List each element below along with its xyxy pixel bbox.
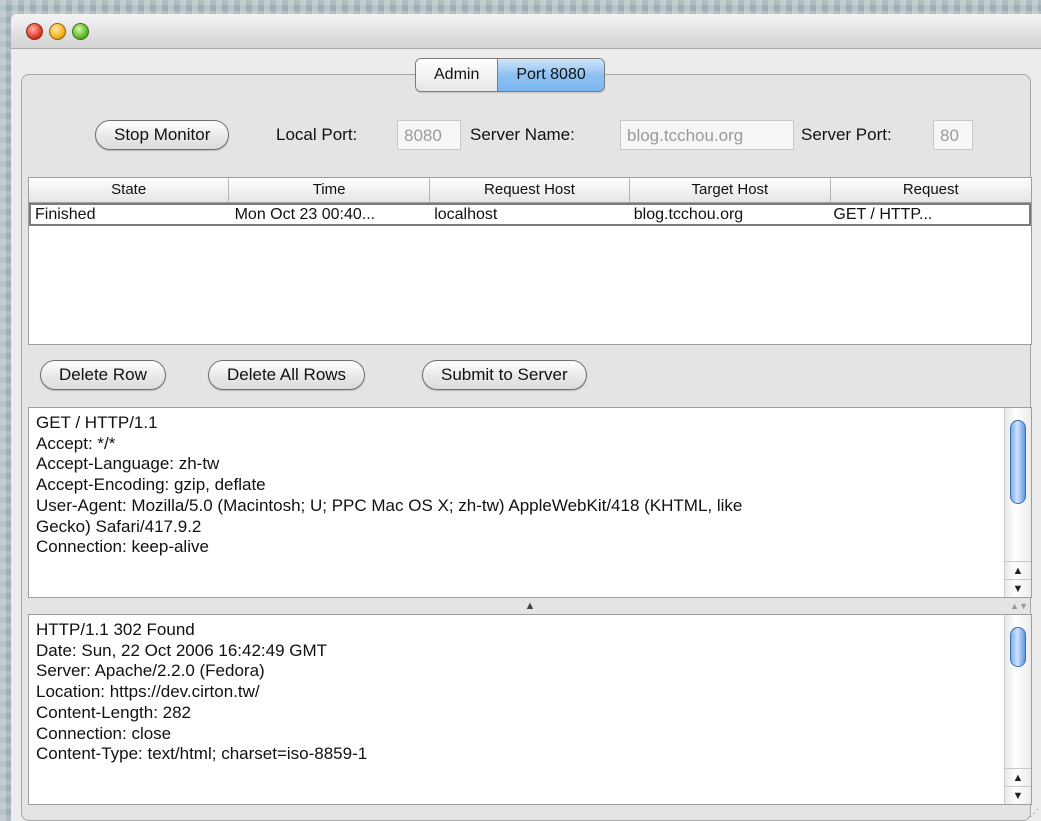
tab-port-8080[interactable]: Port 8080 <box>497 59 604 91</box>
tab-bar: Admin Port 8080 <box>415 58 605 92</box>
request-line: Accept-Language: zh-tw <box>36 454 220 474</box>
column-header-request[interactable]: Request <box>831 178 1031 202</box>
response-line: Server: Apache/2.2.0 (Fedora) <box>36 661 265 681</box>
request-table: State Time Request Host Target Host Requ… <box>28 177 1032 345</box>
request-line: Accept-Encoding: gzip, deflate <box>36 475 266 495</box>
request-lines: GET / HTTP/1.1 Accept: */* Accept-Langua… <box>36 413 1001 558</box>
response-text-area[interactable]: HTTP/1.1 302 Found Date: Sun, 22 Oct 200… <box>28 614 1032 805</box>
response-line: Date: Sun, 22 Oct 2006 16:42:49 GMT <box>36 640 328 660</box>
resize-grip-icon[interactable]: ⋰ <box>1029 808 1039 819</box>
request-scrollbar[interactable]: ▲ ▼ <box>1004 408 1031 597</box>
request-line: User-Agent: Mozilla/5.0 (Macintosh; U; P… <box>36 495 743 515</box>
minimize-button-icon[interactable] <box>49 23 66 40</box>
response-scrollbar[interactable]: ▲ ▼ <box>1004 615 1031 804</box>
cell-request-host: localhost <box>434 206 498 223</box>
cell-state: Finished <box>35 206 96 223</box>
local-port-field[interactable]: 8080 <box>397 120 461 150</box>
up-arrow-icon[interactable]: ▲ <box>1005 561 1031 579</box>
response-line: Content-Type: text/html; charset=iso-885… <box>36 744 368 764</box>
cell-request: GET / HTTP... <box>833 206 933 223</box>
server-name-label: Server Name: <box>470 125 575 144</box>
delete-row-button[interactable]: Delete Row <box>40 360 166 390</box>
column-header-state[interactable]: State <box>29 178 230 202</box>
server-name-field[interactable]: blog.tcchou.org <box>620 120 794 150</box>
request-line: Accept: */* <box>36 433 116 453</box>
splitter-handle-icon[interactable]: ▲ <box>525 600 536 612</box>
delete-all-rows-button[interactable]: Delete All Rows <box>208 360 366 390</box>
zoom-button-icon[interactable] <box>72 23 89 40</box>
title-bar <box>11 14 1041 49</box>
app-window: Admin Port 8080 Stop Monitor Local Port:… <box>11 14 1041 821</box>
server-port-field[interactable]: 80 <box>933 120 973 150</box>
scroll-thumb[interactable] <box>1010 420 1026 504</box>
server-port-label: Server Port: <box>801 125 892 144</box>
stop-monitor-button[interactable]: Stop Monitor <box>95 120 230 150</box>
table-header: State Time Request Host Target Host Requ… <box>29 178 1031 203</box>
request-line: GET / HTTP/1.1 <box>36 413 158 432</box>
up-arrow-icon[interactable]: ▲ <box>1005 768 1031 786</box>
down-arrow-icon[interactable]: ▼ <box>1005 786 1031 804</box>
cell-target-host: blog.tcchou.org <box>633 206 744 223</box>
request-text-area[interactable]: GET / HTTP/1.1 Accept: */* Accept-Langua… <box>28 407 1032 598</box>
cell-time: Mon Oct 23 00:40... <box>234 206 376 223</box>
response-line: Content-Length: 282 <box>36 702 192 722</box>
down-arrow-icon[interactable]: ▼ <box>1005 579 1031 597</box>
column-header-target-host[interactable]: Target Host <box>630 178 831 202</box>
response-lines: HTTP/1.1 302 Found Date: Sun, 22 Oct 200… <box>36 620 1001 765</box>
response-line: Connection: close <box>36 723 172 743</box>
request-line: Connection: keep-alive <box>36 537 209 557</box>
tab-admin[interactable]: Admin <box>416 59 498 91</box>
close-button-icon[interactable] <box>26 23 43 40</box>
table-row[interactable]: Finished Mon Oct 23 00:40... localhost b… <box>29 203 1031 226</box>
request-line: Gecko) Safari/417.9.2 <box>36 516 202 536</box>
scroll-thumb[interactable] <box>1010 627 1026 667</box>
response-line: Location: https://dev.cirton.tw/ <box>36 682 260 702</box>
column-header-request-host[interactable]: Request Host <box>430 178 631 202</box>
column-header-time[interactable]: Time <box>229 178 430 202</box>
response-line: HTTP/1.1 302 Found <box>36 620 195 639</box>
submit-to-server-button[interactable]: Submit to Server <box>422 360 587 390</box>
splitter-arrows-icon: ▲▼ <box>1010 601 1028 611</box>
local-port-label: Local Port: <box>276 125 358 144</box>
split-pane-divider[interactable]: ▲ ▲▼ <box>28 598 1032 615</box>
